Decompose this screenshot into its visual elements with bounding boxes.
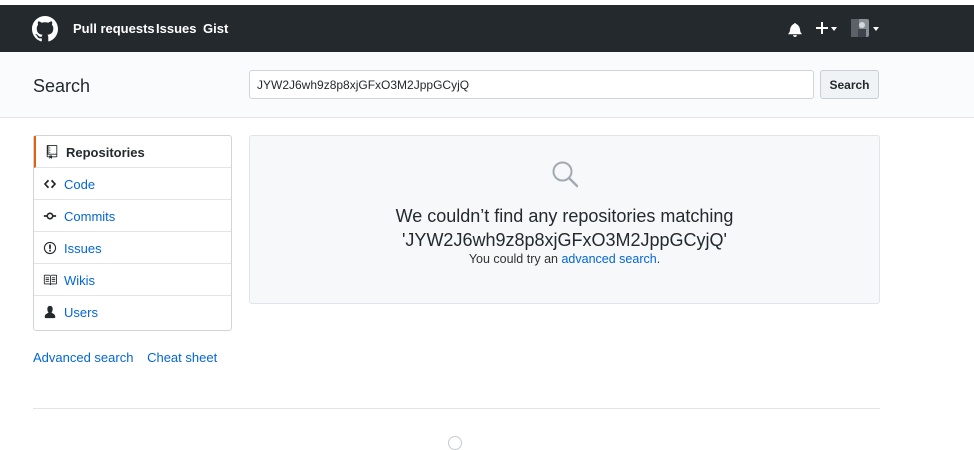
person-icon [44,305,56,319]
empty-results-query: 'JYW2J6wh9z8p8xjGFxO3M2JppGCyjQ' [402,230,727,250]
page-title: Search [33,76,91,96]
empty-results-title: We couldn’t find any repositories matchi… [250,204,879,252]
nav-gist[interactable]: Gist [203,21,228,36]
search-input[interactable] [249,70,814,99]
menu-label-code: Code [64,177,96,192]
issue-icon [43,241,57,255]
github-logo-icon[interactable] [32,16,58,42]
hint-suffix: . [656,252,661,266]
hint-prefix: You could try an [468,252,562,266]
menu-label-issues: Issues [64,241,102,256]
menu-label-commits: Commits [64,209,116,224]
search-button[interactable]: Search [820,70,879,99]
menu-item-commits[interactable]: Commits [34,200,231,232]
bell-icon[interactable] [788,22,802,37]
menu-item-wikis[interactable]: Wikis [34,264,231,296]
nav-issues[interactable]: Issues [156,21,196,36]
menu-item-users[interactable]: Users [34,296,231,328]
nav-pull-requests[interactable]: Pull requests [73,21,155,36]
plus-caret-icon[interactable] [831,27,837,31]
search-type-menu: Repositories Code Commits Issues Wikis U… [33,135,232,331]
empty-results-title-line1: We couldn’t find any repositories matchi… [395,206,734,226]
avatar[interactable] [851,19,869,37]
empty-results-hint: You could try an advanced search. [250,252,879,266]
menu-label-repositories: Repositories [66,145,145,160]
plus-icon[interactable] [816,21,828,35]
footer-divider [33,408,880,409]
menu-item-repositories[interactable]: Repositories [34,136,231,168]
empty-results-panel: We couldn’t find any repositories matchi… [249,135,880,304]
avatar-caret-icon[interactable] [873,27,879,31]
advanced-search-hint-link[interactable]: advanced search [561,252,656,266]
advanced-search-link[interactable]: Advanced search [33,350,133,365]
site-header: Pull requests Issues Gist [0,5,974,52]
cheat-sheet-link[interactable]: Cheat sheet [147,350,217,365]
menu-item-code[interactable]: Code [34,168,231,200]
commit-icon [43,212,57,220]
search-icon [552,161,579,188]
search-help-links: Advanced search Cheat sheet [33,350,227,365]
menu-label-wikis: Wikis [64,273,96,288]
footer-logo-icon[interactable] [448,436,462,450]
book-icon [43,274,57,286]
code-icon [43,179,57,189]
search-subhead: Search Search [0,52,974,118]
menu-label-users: Users [64,305,98,320]
menu-item-issues[interactable]: Issues [34,232,231,264]
repo-icon [46,145,58,159]
